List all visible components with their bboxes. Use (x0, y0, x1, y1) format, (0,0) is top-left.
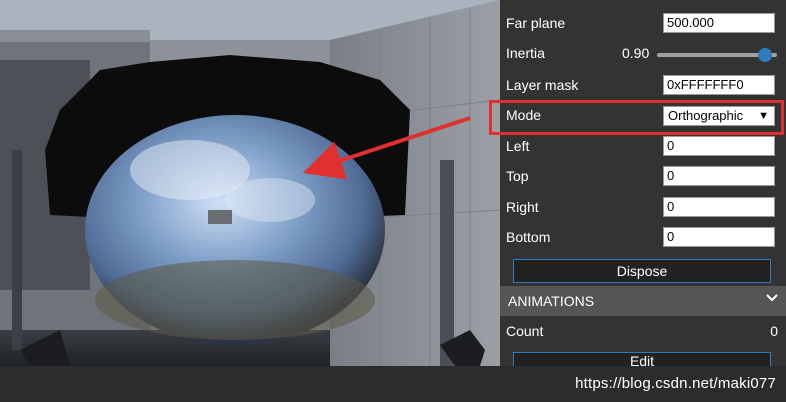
scene-render (0, 0, 500, 366)
top-row: Top 0 (500, 161, 786, 191)
right-row: Right 0 (500, 192, 786, 222)
footer-strip: https://blog.csdn.net/maki077 (0, 366, 786, 402)
bottom-row: Bottom 0 (500, 222, 786, 252)
far-plane-row: Far plane 500.000 (500, 8, 786, 38)
layer-mask-row: Layer mask 0xFFFFFFF0 (500, 70, 786, 100)
right-input[interactable]: 0 (663, 197, 775, 217)
inertia-slider-thumb[interactable] (758, 48, 772, 62)
scene-viewport[interactable] (0, 0, 500, 366)
animations-section-header[interactable]: ANIMATIONS (500, 286, 786, 316)
left-input[interactable]: 0 (663, 136, 775, 156)
top-input[interactable]: 0 (663, 166, 775, 186)
bottom-label: Bottom (506, 229, 551, 245)
layer-mask-input[interactable]: 0xFFFFFFF0 (663, 75, 775, 95)
mode-highlight-box (489, 100, 784, 135)
inspector-panel: Far plane 500.000 Inertia 0.90 Layer mas… (500, 0, 786, 372)
far-plane-label: Far plane (506, 15, 566, 31)
right-label: Right (506, 199, 539, 215)
inertia-value: 0.90 (622, 45, 650, 61)
bottom-input[interactable]: 0 (663, 227, 775, 247)
inertia-label: Inertia (506, 45, 545, 61)
top-label: Top (506, 168, 529, 184)
left-label: Left (506, 138, 530, 154)
animation-count-row: Count 0 (500, 316, 786, 346)
chevron-down-icon[interactable] (766, 292, 778, 304)
animation-count-label: Count (506, 323, 544, 339)
animation-count-value: 0 (770, 323, 778, 339)
animations-section-title: ANIMATIONS (508, 293, 595, 309)
watermark-text: https://blog.csdn.net/maki077 (575, 375, 776, 392)
dispose-button[interactable]: Dispose (513, 259, 771, 283)
left-row: Left 0 (500, 131, 786, 161)
layer-mask-label: Layer mask (506, 77, 579, 93)
far-plane-input[interactable]: 500.000 (663, 13, 775, 33)
